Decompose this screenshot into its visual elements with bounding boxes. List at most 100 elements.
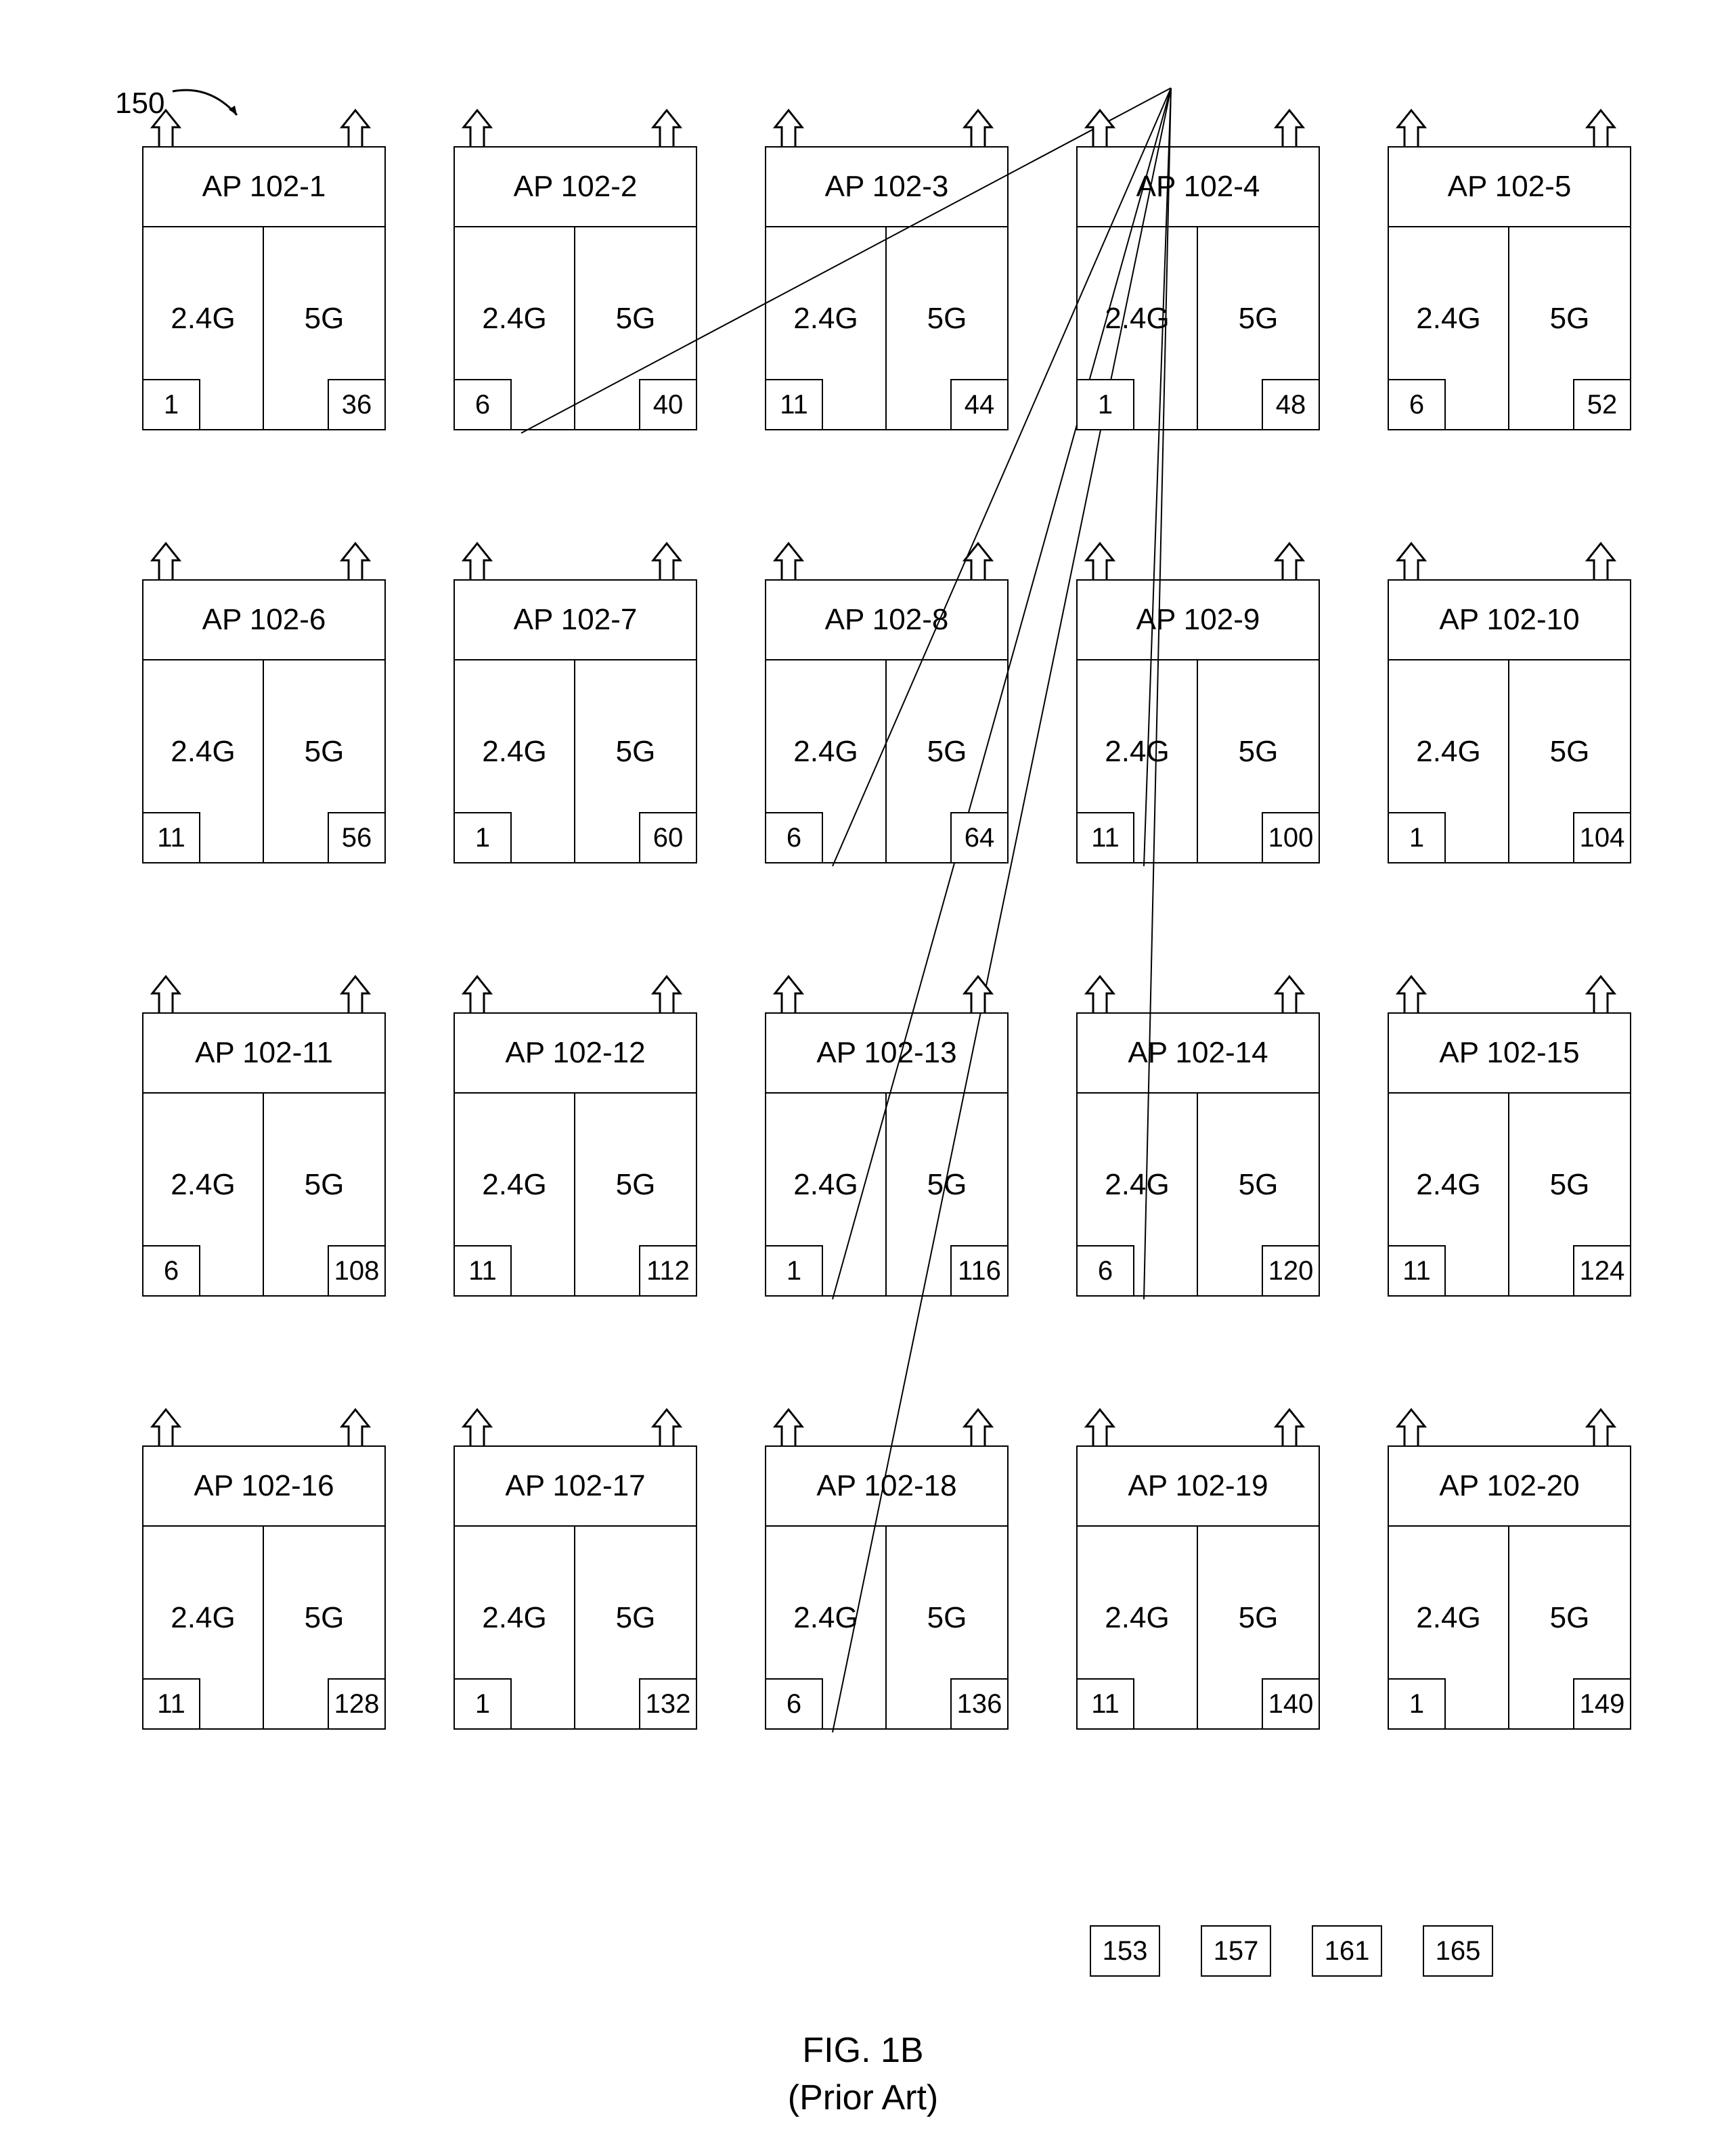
ap-radio-24g: 2.4G11 [453, 1094, 575, 1297]
band-label-5g: 5G [1509, 1601, 1630, 1635]
channel-24g: 6 [765, 1678, 823, 1730]
channel-5g: 149 [1573, 1678, 1631, 1730]
antenna-icon [338, 1406, 379, 1447]
band-label-24g: 2.4G [766, 735, 885, 769]
ap-radio-24g: 2.4G6 [765, 1527, 887, 1730]
band-label-24g: 2.4G [143, 1168, 263, 1202]
channel-24g: 6 [453, 379, 512, 430]
channel-24g: 11 [142, 1678, 200, 1730]
band-label-5g: 5G [264, 1601, 384, 1635]
ap-block: AP 102-172.4G15G132 [453, 1445, 697, 1730]
ap-radio-24g: 2.4G6 [1388, 227, 1509, 430]
ap-radio-24g: 2.4G 11 [142, 1527, 264, 1730]
band-label-5g: 5G [1198, 302, 1319, 336]
antenna-icon [772, 973, 812, 1014]
ap-radio-24g: 2.4G11 [1076, 660, 1198, 863]
diagram-page: 150 AP 102-12.4G15G36AP 102-22.4G65G40AP… [0, 0, 1726, 2156]
ap-radio-5g: 5G132 [575, 1527, 697, 1730]
ap-radio-5g: 5G124 [1509, 1094, 1631, 1297]
ap-block: AP 102-132.4G15G116 [765, 1012, 1009, 1297]
extra-channel-row: 153 157 161 165 [1090, 1925, 1493, 1977]
channel-5g: 136 [950, 1678, 1009, 1730]
ap-block: AP 102-112.4G65G108 [142, 1012, 386, 1297]
band-label-5g: 5G [575, 1168, 696, 1202]
ap-radio-24g: 2.4G1 [453, 1527, 575, 1730]
antenna-icon [650, 540, 690, 581]
antenna-icon [1584, 540, 1624, 581]
extra-channel-box: 165 [1423, 1925, 1493, 1977]
antenna-icon [460, 1406, 501, 1447]
channel-5g: 132 [639, 1678, 697, 1730]
antenna-icon [149, 1406, 190, 1447]
ap-title: AP 102-11 [142, 1012, 386, 1094]
ap-block: AP 102-122.4G115G112 [453, 1012, 697, 1297]
ap-block: AP 102-72.4G15G60 [453, 579, 697, 863]
ap-radio-24g: 2.4G1 [142, 227, 264, 430]
ap-title: AP 102-15 [1388, 1012, 1631, 1094]
antenna-icon [1394, 540, 1435, 581]
channel-5g: 124 [1573, 1245, 1631, 1297]
channel-24g: 6 [765, 812, 823, 863]
channel-24g: 6 [142, 1245, 200, 1297]
ap-radio-5g: 5G40 [575, 227, 697, 430]
band-label-5g: 5G [887, 1601, 1007, 1635]
band-label-5g: 5G [1198, 1168, 1319, 1202]
band-label-5g: 5G [264, 302, 384, 336]
channel-24g: 1 [1388, 1678, 1446, 1730]
extra-channel-box: 157 [1201, 1925, 1271, 1977]
band-label-5g: 5G [887, 1168, 1007, 1202]
band-label-24g: 2.4G [143, 1601, 263, 1635]
figure-caption: FIG. 1B [0, 2030, 1726, 2071]
ap-radio-5g: 5G60 [575, 660, 697, 863]
ap-title: AP 102-18 [765, 1445, 1009, 1527]
ap-radio-24g: 2.4G11 [765, 227, 887, 430]
band-label-5g: 5G [1198, 1601, 1319, 1635]
antenna-icon [1273, 107, 1313, 148]
ap-radio-5g: 5G56 [264, 660, 386, 863]
band-label-24g: 2.4G [1389, 1601, 1508, 1635]
ap-block: AP 102-192.4G115G140 [1076, 1445, 1320, 1730]
ap-radio-5g: 5G140 [1198, 1527, 1320, 1730]
channel-5g: 40 [639, 379, 697, 430]
antenna-icon [338, 540, 379, 581]
ap-radio-24g: 2.4G11 [142, 660, 264, 863]
channel-24g: 1 [142, 379, 200, 430]
band-label-5g: 5G [1198, 735, 1319, 769]
ap-title: AP 102-20 [1388, 1445, 1631, 1527]
ap-radio-5g: 5G100 [1198, 660, 1320, 863]
ap-radio-24g: 2.4G1 [453, 660, 575, 863]
antenna-icon [149, 973, 190, 1014]
channel-5g: 120 [1262, 1245, 1320, 1297]
ap-radio-5g: 5G116 [887, 1094, 1009, 1297]
ap-radio-5g: 5G 120 [1198, 1094, 1320, 1297]
band-label-5g: 5G [1509, 302, 1630, 336]
ap-title: AP 102-4 [1076, 146, 1320, 227]
ap-radio-5g: 5G 48 [1198, 227, 1320, 430]
antenna-icon [149, 540, 190, 581]
extra-channel-box: 153 [1090, 1925, 1160, 1977]
antenna-icon [961, 540, 1002, 581]
ap-radio-24g: 2.4G1 [1076, 227, 1198, 430]
band-label-5g: 5G [264, 735, 384, 769]
channel-5g: 112 [639, 1245, 697, 1297]
ap-block: AP 102-22.4G65G40 [453, 146, 697, 430]
band-label-24g: 2.4G [1078, 1168, 1197, 1202]
ap-title: AP 102-8 [765, 579, 1009, 660]
antenna-icon [1083, 1406, 1124, 1447]
ap-title: AP 102-5 [1388, 146, 1631, 227]
band-label-24g: 2.4G [1078, 1601, 1197, 1635]
ap-block: AP 102-182.4G65G 136 [765, 1445, 1009, 1730]
channel-24g: 11 [1076, 1678, 1134, 1730]
ap-block: AP 102-92.4G115G100 [1076, 579, 1320, 863]
ap-block: AP 102-12.4G15G36 [142, 146, 386, 430]
channel-5g: 48 [1262, 379, 1320, 430]
ap-radio-5g: 5G52 [1509, 227, 1631, 430]
ap-block: AP 102-52.4G65G52 [1388, 146, 1631, 430]
channel-24g: 11 [1388, 1245, 1446, 1297]
antenna-icon [650, 1406, 690, 1447]
ap-block: AP 102-82.4G65G64 [765, 579, 1009, 863]
ap-radio-24g: 2.4G1 [765, 1094, 887, 1297]
band-label-5g: 5G [264, 1168, 384, 1202]
ap-radio-5g: 5G104 [1509, 660, 1631, 863]
antenna-icon [1584, 1406, 1624, 1447]
